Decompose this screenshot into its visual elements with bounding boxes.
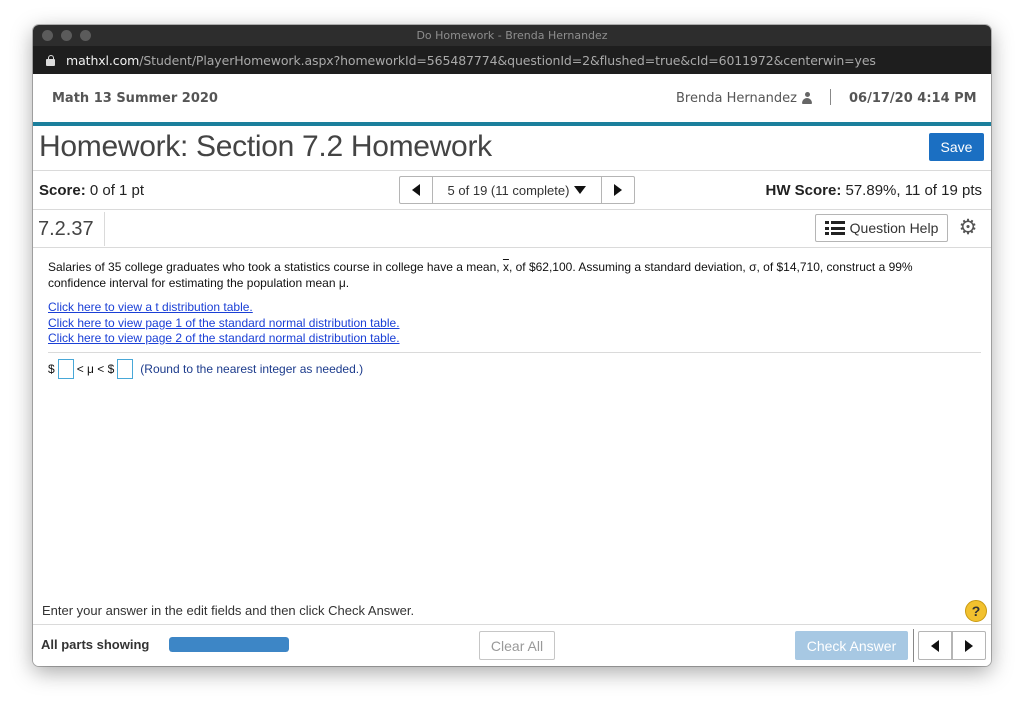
header-divider xyxy=(830,89,831,105)
help-icon[interactable]: ? xyxy=(965,600,987,622)
score-value: 0 of 1 pt xyxy=(89,182,145,199)
footer-next-button[interactable] xyxy=(952,632,985,659)
normal-table-page2-link[interactable]: Click here to view page 2 of the standar… xyxy=(48,331,400,347)
chevron-right-icon xyxy=(965,639,973,652)
t-distribution-link[interactable]: Click here to view a t distribution tabl… xyxy=(48,300,400,316)
reference-links: Click here to view a t distribution tabl… xyxy=(48,300,400,347)
homework-title: Homework: Section 7.2 Homework xyxy=(39,130,492,163)
list-icon xyxy=(824,221,845,235)
course-name: Math 13 Summer 2020 xyxy=(52,91,218,106)
course-header: Math 13 Summer 2020 Brenda Hernandez 06/… xyxy=(33,74,991,123)
score: Score: 0 of 1 pt xyxy=(39,182,144,199)
browser-window: Do Homework - Brenda Hernandez mathxl.co… xyxy=(33,25,991,666)
footer-bar: All parts showing Clear All Check Answer xyxy=(33,624,991,666)
caret-down-icon xyxy=(574,186,587,194)
normal-table-page1-link[interactable]: Click here to view page 1 of the standar… xyxy=(48,316,400,332)
url-path: /Student/PlayerHomework.aspx?homeworkId=… xyxy=(139,53,876,68)
title-bar: Do Homework - Brenda Hernandez xyxy=(33,25,991,46)
question-navigator: 5 of 19 (11 complete) xyxy=(399,176,635,204)
chevron-right-icon xyxy=(614,184,622,196)
hw-score-value: 57.89%, 11 of 19 pts xyxy=(845,182,983,199)
clear-all-button[interactable]: Clear All xyxy=(479,631,555,660)
check-answer-button[interactable]: Check Answer xyxy=(795,631,908,660)
footer-divider xyxy=(913,629,914,662)
user-name: Brenda Hernandez xyxy=(676,91,797,106)
footer-question-navigator xyxy=(918,631,986,660)
previous-question-button[interactable] xyxy=(400,177,433,203)
divider xyxy=(33,247,991,248)
divider xyxy=(33,209,991,210)
mu-inequality: < μ < $ xyxy=(76,362,115,376)
question-select[interactable]: 5 of 19 (11 complete) xyxy=(433,177,601,203)
progress-fill xyxy=(169,637,289,652)
header-accent-rule xyxy=(33,122,991,126)
gear-icon[interactable]: ⚙ xyxy=(958,217,978,238)
score-label: Score: xyxy=(39,182,86,199)
parts-showing-label: All parts showing xyxy=(41,637,150,652)
url-host: mathxl.com xyxy=(66,53,140,68)
question-help-button[interactable]: Question Help xyxy=(815,214,948,242)
dollar-sign: $ xyxy=(48,362,55,376)
window-title: Do Homework - Brenda Hernandez xyxy=(416,29,608,42)
hw-score-label: HW Score: xyxy=(765,182,842,199)
question-number-divider xyxy=(104,212,105,246)
question-select-label: 5 of 19 (11 complete) xyxy=(447,182,570,198)
question-text-part1: Salaries of 35 college graduates who too… xyxy=(48,260,503,274)
chevron-left-icon xyxy=(931,639,939,652)
upper-bound-input[interactable] xyxy=(117,359,134,379)
user-icon xyxy=(802,92,812,104)
answer-row: $ < μ < $ (Round to the nearest integer … xyxy=(48,359,363,379)
question-text: Salaries of 35 college graduates who too… xyxy=(48,259,973,291)
lower-bound-input[interactable] xyxy=(57,359,74,379)
date-time: 06/17/20 4:14 PM xyxy=(849,91,977,106)
divider xyxy=(33,170,991,171)
hw-score: HW Score: 57.89%, 11 of 19 pts xyxy=(765,182,982,199)
footer-previous-button[interactable] xyxy=(919,632,952,659)
question-help-label: Question Help xyxy=(849,220,939,236)
rounding-note: (Round to the nearest integer as needed.… xyxy=(140,362,364,376)
progress-bar xyxy=(169,637,289,652)
address-bar[interactable]: mathxl.com/Student/PlayerHomework.aspx?h… xyxy=(33,46,991,74)
answer-divider xyxy=(48,352,981,353)
save-button[interactable]: Save xyxy=(929,133,984,161)
url-text[interactable]: mathxl.com/Student/PlayerHomework.aspx?h… xyxy=(66,53,876,68)
chevron-left-icon xyxy=(412,184,420,196)
instruction-text: Enter your answer in the edit fields and… xyxy=(42,603,415,618)
lock-icon xyxy=(46,55,55,66)
question-number: 7.2.37 xyxy=(38,218,94,240)
next-question-button[interactable] xyxy=(601,177,634,203)
